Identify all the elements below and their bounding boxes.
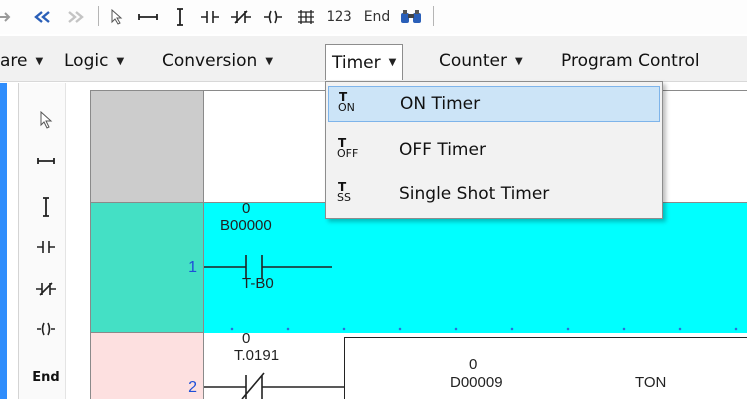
off-timer-icon: T OFF (328, 132, 374, 168)
no-contact-tool-icon[interactable] (35, 236, 57, 258)
horizontal-line-icon[interactable] (137, 6, 159, 28)
menu-conversion-label: Conversion (162, 51, 258, 71)
binoculars-icon[interactable] (398, 6, 424, 28)
end-tool-icon[interactable]: End (32, 366, 59, 388)
contact-count: 0 (242, 330, 251, 347)
chevron-down-icon: ▼ (116, 55, 125, 67)
end-icon[interactable]: End (362, 6, 392, 28)
function-icon[interactable] (294, 6, 318, 28)
vertical-line-icon[interactable] (170, 6, 190, 28)
grid-corner-cell (90, 90, 204, 203)
coil-icon[interactable] (261, 6, 285, 28)
ladder-rung-1[interactable]: 0 B00000 T-B0 (204, 200, 747, 333)
row-number: 1 (188, 259, 197, 276)
menu-compare-label: are (0, 51, 28, 71)
on-timer-icon-sub: ON (338, 101, 355, 114)
toolbar-separator (98, 6, 99, 26)
row-number-cell[interactable]: 1 (90, 203, 204, 333)
vertical-line-tool-icon[interactable] (35, 196, 57, 218)
menu-item-single-shot-timer[interactable]: T SS Single Shot Timer (328, 176, 660, 212)
palette-gap (7, 83, 18, 399)
menu-program-control-label: Program Control (561, 51, 700, 71)
contact-tag: T-B0 (242, 275, 274, 292)
on-timer-label: ON Timer (400, 94, 481, 114)
double-right-arrow-icon[interactable] (64, 6, 88, 28)
side-panel-strip (0, 83, 7, 399)
rung-divider (204, 327, 747, 331)
on-timer-icon: T ON (329, 86, 375, 122)
redo-arrow-icon[interactable] (0, 6, 16, 28)
pointer-icon[interactable] (108, 6, 126, 28)
single-shot-timer-label: Single Shot Timer (399, 184, 550, 204)
chevron-down-icon: ▼ (514, 55, 523, 67)
menu-item-on-timer[interactable]: T ON ON Timer (328, 86, 660, 122)
toolbar: 123 End (0, 0, 747, 34)
off-timer-label: OFF Timer (399, 140, 486, 160)
menu-logic-label: Logic (64, 51, 109, 71)
coil-tool-icon[interactable] (35, 318, 57, 340)
no-contact-icon[interactable] (198, 6, 222, 28)
menu-program-control[interactable]: Program Control (561, 46, 700, 76)
pointer-tool-icon[interactable] (35, 109, 57, 131)
nc-contact-symbol[interactable] (204, 369, 354, 399)
off-timer-icon-sub: OFF (337, 147, 359, 160)
menu-logic[interactable]: Logic ▼ (64, 46, 124, 76)
timer-device: D00009 (450, 374, 503, 391)
tool-palette: End (18, 83, 66, 399)
nc-contact-icon[interactable] (228, 6, 254, 28)
menu-timer-label: Timer (332, 52, 381, 73)
timer-function-block[interactable]: 0 D00009 TON (344, 337, 747, 399)
menu-timer[interactable]: Timer ▼ (325, 44, 404, 80)
timer-instruction: TON (635, 374, 667, 391)
nc-contact-tool-icon[interactable] (35, 278, 57, 300)
single-shot-timer-icon: T SS (328, 176, 374, 212)
horizontal-line-tool-icon[interactable] (35, 150, 57, 172)
menu-counter-label: Counter (439, 51, 507, 71)
timer-dropdown-menu: T ON ON Timer T OFF OFF Timer T SS Singl… (325, 81, 663, 219)
timer-count: 0 (469, 356, 478, 373)
contact-count: 0 (242, 200, 251, 217)
menu-item-off-timer[interactable]: T OFF OFF Timer (328, 132, 660, 168)
row-number: 2 (188, 379, 197, 396)
double-left-arrow-icon[interactable] (30, 6, 54, 28)
contact-device: T.0191 (234, 347, 280, 364)
chevron-down-icon: ▼ (388, 57, 397, 68)
menu-compare[interactable]: are ▼ (0, 46, 43, 76)
menu-conversion[interactable]: Conversion ▼ (162, 46, 273, 76)
contact-device: B00000 (220, 217, 272, 234)
ladder-rung-2[interactable]: 0 T.0191 0 D00009 TON (204, 330, 747, 399)
row-number-cell[interactable]: 2 (90, 333, 204, 399)
chevron-down-icon: ▼ (265, 55, 274, 67)
menu-counter[interactable]: Counter ▼ (439, 46, 523, 76)
toolbar-separator (433, 6, 434, 26)
single-shot-timer-icon-sub: SS (337, 191, 351, 204)
chevron-down-icon: ▼ (35, 55, 44, 67)
menu-bar: are ▼ Logic ▼ Conversion ▼ Timer ▼ Counter ▼ … (0, 36, 747, 82)
number-icon[interactable]: 123 (324, 6, 354, 28)
